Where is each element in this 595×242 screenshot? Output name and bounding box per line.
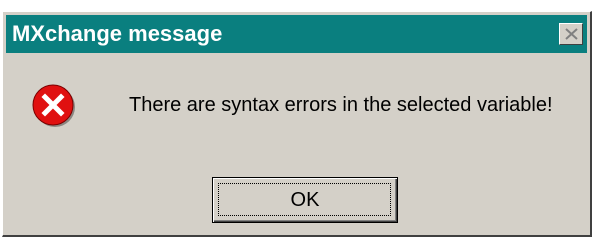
error-message: There are syntax errors in the selected … <box>129 94 553 116</box>
message-dialog: MXchange message There are syntax errors… <box>2 11 592 237</box>
title-bar[interactable]: MXchange message <box>6 15 587 53</box>
window-title: MXchange message <box>12 21 223 46</box>
ok-button-label: OK <box>290 189 320 211</box>
close-icon <box>565 28 578 40</box>
ok-button[interactable]: OK <box>212 177 398 223</box>
close-button[interactable] <box>559 23 583 45</box>
error-icon <box>32 84 75 127</box>
